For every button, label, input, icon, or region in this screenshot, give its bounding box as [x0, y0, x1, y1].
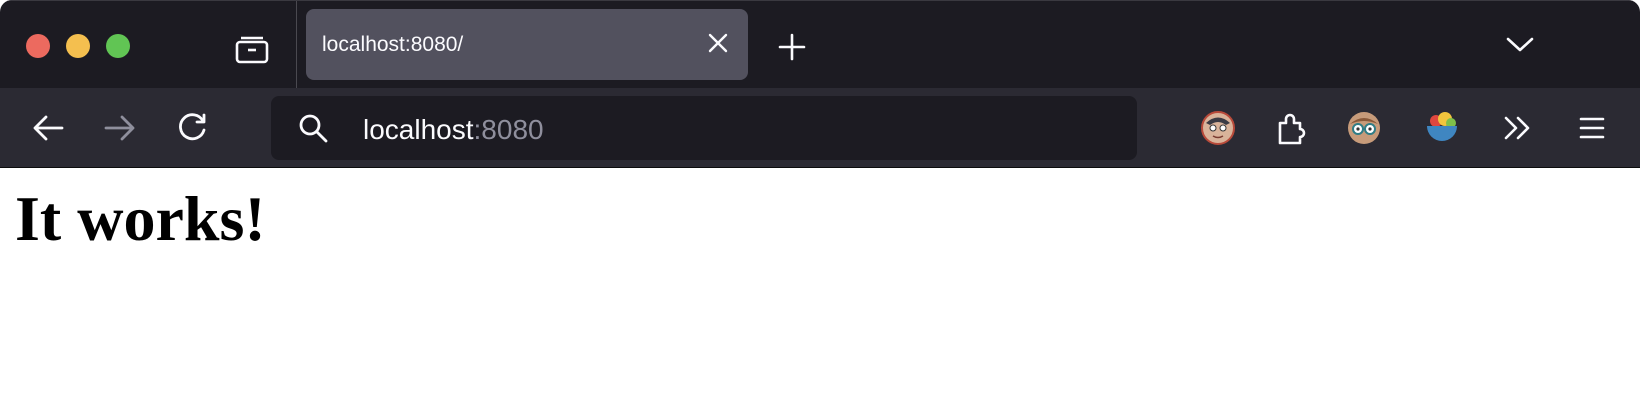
- close-icon[interactable]: [702, 27, 734, 59]
- page-content: It works!: [0, 168, 1640, 407]
- tab-strip: localhost:8080/: [0, 0, 1640, 89]
- reload-icon[interactable]: [172, 108, 212, 148]
- address-bar[interactable]: localhost:8080: [271, 96, 1137, 160]
- tabstrip-separator: [296, 1, 297, 89]
- extensions-puzzle-icon[interactable]: [1270, 106, 1314, 150]
- list-all-tabs-icon[interactable]: [1502, 27, 1538, 63]
- extension-bowl-icon[interactable]: [1420, 106, 1464, 150]
- back-arrow-icon[interactable]: [28, 108, 68, 148]
- new-tab-icon[interactable]: [774, 29, 810, 65]
- window-close-button[interactable]: [26, 34, 50, 58]
- search-icon: [295, 110, 331, 146]
- page-heading: It works!: [15, 183, 266, 254]
- extension-avatar-icon[interactable]: [1196, 106, 1240, 150]
- navigation-toolbar: localhost:8080: [0, 88, 1640, 168]
- window-minimize-button[interactable]: [66, 34, 90, 58]
- tab-localhost[interactable]: localhost:8080/: [306, 9, 748, 80]
- firefox-view-icon[interactable]: [232, 29, 272, 69]
- forward-arrow-icon: [100, 108, 140, 148]
- hamburger-menu-icon[interactable]: [1570, 106, 1614, 150]
- overflow-chevrons-icon[interactable]: [1496, 106, 1540, 150]
- tab-title: localhost:8080/: [322, 33, 464, 56]
- url-host: localhost: [363, 114, 474, 145]
- address-bar-url[interactable]: localhost:8080: [363, 115, 544, 145]
- url-port: :8080: [473, 114, 544, 145]
- browser-window: localhost:8080/ localhost:8080 It works!: [0, 0, 1640, 407]
- window-maximize-button[interactable]: [106, 34, 130, 58]
- extension-glasses-icon[interactable]: [1342, 106, 1386, 150]
